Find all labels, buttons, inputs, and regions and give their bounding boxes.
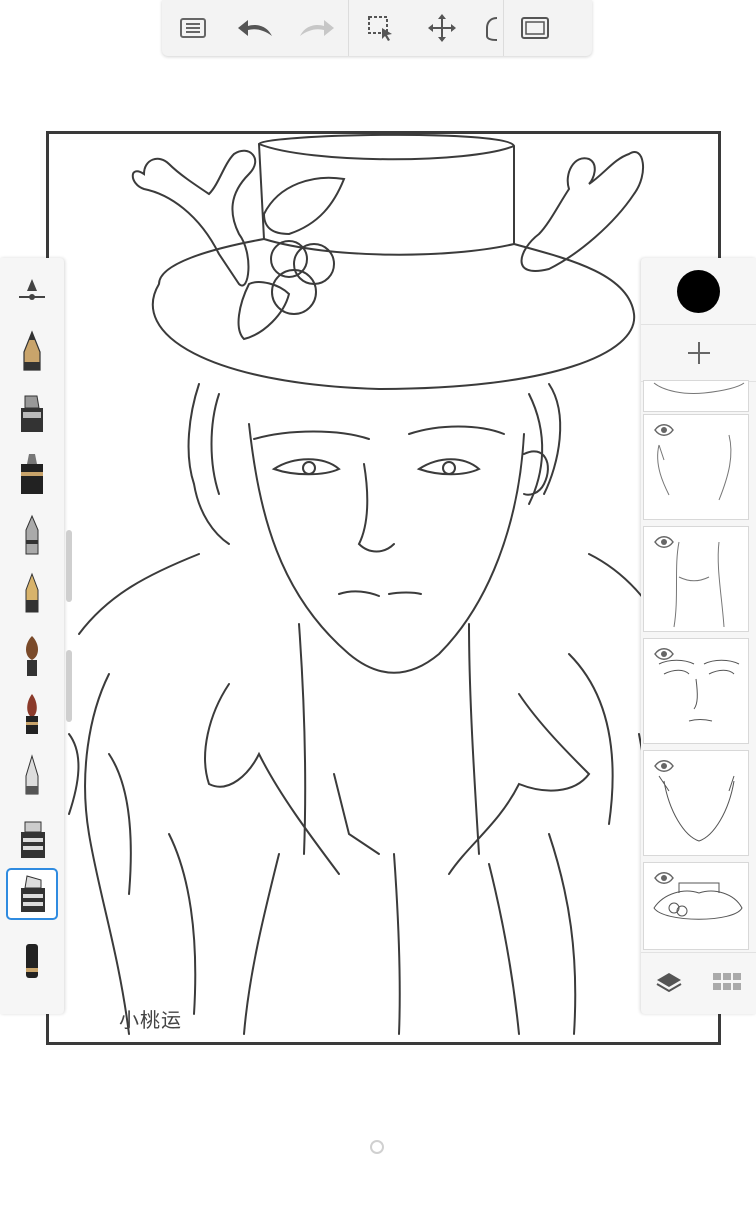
brush-panel-resize-handle[interactable] (66, 650, 72, 722)
brush-size-slider[interactable] (6, 264, 58, 316)
brush-panel-scroll-handle[interactable] (66, 530, 72, 602)
layer-item[interactable] (643, 862, 749, 950)
undo-arrow-icon (238, 20, 272, 36)
layer-item[interactable] (643, 414, 749, 520)
radial-menu-button[interactable] (370, 1140, 384, 1154)
redo-arrow-icon (300, 20, 334, 36)
layers-stack-button[interactable] (655, 969, 683, 1000)
top-toolbar (162, 0, 592, 56)
move-icon (428, 14, 456, 42)
visibility-eye-icon[interactable] (654, 647, 674, 666)
visibility-eye-icon[interactable] (654, 535, 674, 554)
brush-airbrush[interactable] (6, 688, 58, 740)
layers-footer (641, 952, 756, 1014)
brush-pencil[interactable] (6, 326, 58, 378)
redo-button[interactable] (286, 0, 348, 56)
brush-ballpoint[interactable] (6, 510, 58, 562)
signature-text: 小桃运 (119, 1008, 182, 1032)
grid-view-button[interactable] (712, 972, 742, 997)
brush-blender[interactable] (6, 750, 58, 802)
ballpoint-icon (25, 514, 39, 555)
fill-bucket-icon (486, 17, 498, 41)
brush-smudge[interactable] (6, 936, 58, 988)
brush-fountain-pen[interactable] (6, 568, 58, 620)
brush-ink-pen[interactable] (6, 448, 58, 500)
layer-item[interactable] (643, 526, 749, 632)
list-icon (180, 18, 206, 38)
brush-eraser-soft[interactable] (6, 814, 58, 866)
brush-paint-brush[interactable] (6, 630, 58, 682)
ink-pen-icon (21, 454, 43, 494)
visibility-eye-icon[interactable] (654, 759, 674, 778)
brush-eraser-hard[interactable] (6, 868, 58, 920)
color-swatch[interactable] (677, 270, 720, 313)
artist-signature: 小桃运 (119, 1004, 182, 1033)
paint-brush-icon (26, 636, 38, 676)
eraser-soft-icon (21, 821, 45, 858)
brush-panel (0, 258, 64, 1014)
layer-thumbnail-partial[interactable] (643, 380, 749, 412)
visibility-eye-icon[interactable] (654, 423, 674, 442)
fill-button[interactable] (473, 0, 503, 56)
brush-marker[interactable] (6, 388, 58, 440)
layer-item[interactable] (643, 750, 749, 856)
pencil-icon (23, 330, 41, 371)
fountain-pen-icon (25, 572, 39, 613)
line-art-drawing (68, 134, 670, 1035)
transform-button[interactable] (411, 0, 473, 56)
brush-size-icon (19, 279, 45, 300)
menu-button[interactable] (162, 0, 224, 56)
airbrush-icon (26, 694, 38, 734)
add-layer-button[interactable] (641, 324, 756, 382)
layers-icon (656, 972, 682, 992)
layers-panel (641, 258, 756, 1014)
blender-icon (25, 754, 39, 795)
eraser-hard-icon (21, 875, 45, 912)
fullscreen-icon (521, 17, 549, 39)
layer-item[interactable] (643, 638, 749, 744)
smudge-icon (26, 944, 38, 978)
undo-button[interactable] (224, 0, 286, 56)
plus-icon (687, 342, 710, 364)
selection-button[interactable] (349, 0, 411, 56)
visibility-eye-icon[interactable] (654, 871, 674, 890)
marker-icon (21, 395, 43, 432)
drawing-canvas[interactable]: 小桃运 (46, 131, 721, 1045)
layer-preview (653, 382, 745, 394)
fullscreen-button[interactable] (504, 0, 566, 56)
selection-icon (368, 16, 392, 41)
grid-icon (712, 972, 741, 990)
